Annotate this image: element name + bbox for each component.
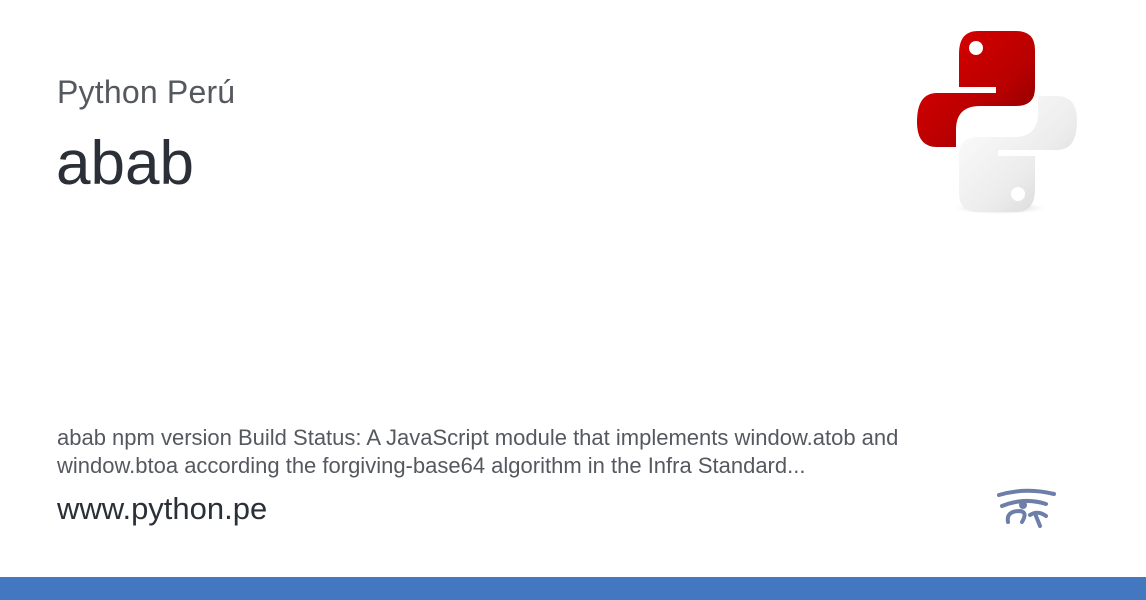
accent-bar [0, 577, 1146, 600]
python-logo-icon [917, 31, 1077, 214]
link-preview-card[interactable]: Python Perú abab abab npm version Build … [0, 0, 1146, 600]
page-description: abab npm version Build Status: A JavaScr… [57, 425, 899, 478]
site-name: Python Perú [57, 74, 236, 110]
page-title: abab [56, 129, 194, 198]
eye-of-horus-icon [997, 488, 1056, 528]
site-url-link[interactable]: www.python.pe [57, 491, 267, 527]
